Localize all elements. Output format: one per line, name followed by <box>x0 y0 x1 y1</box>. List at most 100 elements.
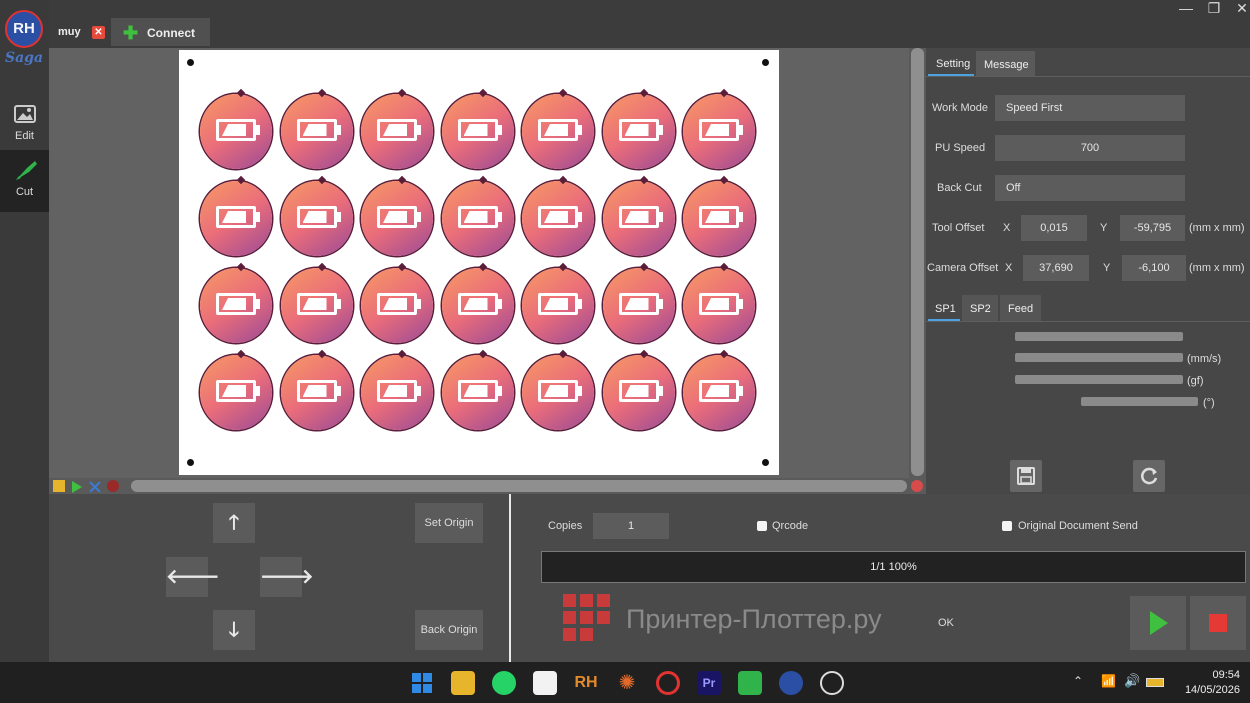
stop-button[interactable] <box>1190 596 1246 650</box>
chrome-app-icon[interactable] <box>820 671 844 695</box>
rail-cut-label: Cut <box>15 186 34 198</box>
battery-sticker <box>280 262 353 343</box>
tab-file[interactable]: muy ✕ <box>52 20 110 46</box>
tab-file-label: muy <box>58 26 81 38</box>
battery-pip <box>658 212 663 222</box>
scroll-thumb[interactable] <box>131 480 907 492</box>
status-text: OK <box>938 617 954 629</box>
copies-input[interactable]: 1 <box>593 513 669 539</box>
tool-offset-y-label: Y <box>1100 222 1108 234</box>
rail-cut-button[interactable]: Cut <box>0 150 49 212</box>
tab-feed-label: Feed <box>1008 303 1034 315</box>
clock[interactable]: 09:54 14/05/2026 <box>1185 668 1240 698</box>
move-up-button[interactable]: 🡑 <box>213 503 255 543</box>
battery-sticker <box>602 262 675 343</box>
fit-icon[interactable] <box>89 480 101 493</box>
set-origin-button[interactable]: Set Origin <box>415 503 483 543</box>
battery-pip <box>256 125 260 135</box>
pu-speed-input[interactable]: 700 <box>995 135 1185 161</box>
tab-sp2[interactable]: SP2 <box>962 295 998 321</box>
tab-message[interactable]: Message <box>976 51 1035 77</box>
whatsapp-icon[interactable] <box>492 671 516 695</box>
rail-edit-button[interactable]: Edit <box>0 94 49 156</box>
close-tab-icon[interactable]: ✕ <box>92 26 105 39</box>
vertical-scrollbar[interactable] <box>909 48 926 478</box>
spark-app-icon[interactable]: ✺ <box>615 671 639 695</box>
original-document-label: Original Document Send <box>1018 520 1138 532</box>
logo-text: RH <box>13 20 35 37</box>
top-bar <box>49 0 1250 48</box>
cut-app-icon[interactable] <box>738 671 762 695</box>
taskbar: RH ✺ Pr ⌃ 📶 🔊 09:54 14/05/2026 <box>0 662 1250 703</box>
battery-sticker <box>683 262 755 343</box>
premiere-icon[interactable]: Pr <box>697 671 721 695</box>
chevron-up-icon[interactable]: ⌃ <box>1073 674 1083 688</box>
target-icon[interactable] <box>107 480 119 492</box>
camera-offset-y-input[interactable]: -6,100 <box>1122 255 1186 281</box>
horizontal-scrollbar[interactable] <box>49 478 926 494</box>
app-logo: RH Saga <box>2 10 46 74</box>
move-left-button[interactable]: 🡐 <box>166 557 220 597</box>
refresh-button[interactable] <box>1133 460 1165 492</box>
tool-offset-x-input[interactable]: 0,015 <box>1021 215 1087 241</box>
brand-name: Saga <box>4 50 44 66</box>
move-down-button[interactable]: 🡓 <box>213 610 255 650</box>
notion-icon[interactable] <box>533 671 557 695</box>
volume-icon[interactable]: 🔊 <box>1124 673 1140 689</box>
battery-sticker <box>280 349 353 430</box>
tool-offset-y-input[interactable]: -59,795 <box>1120 215 1185 241</box>
tab-setting[interactable]: Setting <box>928 50 974 76</box>
save-button[interactable] <box>1010 460 1042 492</box>
speed-slider[interactable] <box>1015 353 1183 362</box>
save-icon <box>1017 467 1035 485</box>
vertical-divider <box>509 494 511 662</box>
battery-pip <box>417 212 421 222</box>
battery-icon[interactable] <box>1146 678 1164 687</box>
saga-app-icon[interactable] <box>779 671 803 695</box>
rh-app-icon[interactable]: RH <box>574 671 598 695</box>
play-small-icon[interactable] <box>71 480 83 493</box>
restore-icon[interactable]: ❐ <box>1200 0 1228 18</box>
file-explorer-icon[interactable] <box>451 671 475 695</box>
minimize-icon[interactable]: — <box>1172 0 1200 18</box>
sticker-tail <box>639 175 648 185</box>
back-origin-button[interactable]: Back Origin <box>415 610 483 650</box>
battery-pip <box>578 386 582 396</box>
battery-pip <box>497 299 502 309</box>
settings-small-icon[interactable] <box>911 480 923 492</box>
tool-offset-x-label: X <box>1003 222 1011 234</box>
angle-slider[interactable] <box>1081 397 1198 406</box>
work-mode-select[interactable]: Speed First <box>995 95 1185 121</box>
sticker-tail <box>639 88 648 98</box>
pressure-slider[interactable] <box>1015 375 1183 384</box>
registration-mark <box>187 59 194 66</box>
blade-slider[interactable] <box>1015 332 1183 341</box>
battery-pip <box>658 386 663 396</box>
windows-start-icon[interactable] <box>410 671 434 695</box>
tab-sp1[interactable]: SP1 <box>928 295 960 321</box>
battery-sticker <box>602 88 675 169</box>
qrcode-checkbox[interactable] <box>757 521 767 531</box>
scroll-thumb[interactable] <box>911 48 924 476</box>
copies-label: Copies <box>548 520 583 532</box>
battery-sticker <box>200 88 272 169</box>
sticker-tail <box>397 262 407 272</box>
opera-icon[interactable] <box>656 671 680 695</box>
watermark-text: Принтер-Плоттер.ру <box>626 604 882 634</box>
tab-feed[interactable]: Feed <box>1000 295 1041 321</box>
wifi-icon[interactable]: 📶 <box>1101 674 1116 688</box>
close-window-icon[interactable]: ✕ <box>1228 0 1250 18</box>
back-cut-select[interactable]: Off <box>995 175 1185 201</box>
start-cut-button[interactable] <box>1130 596 1186 650</box>
battery-pip <box>739 125 743 135</box>
connect-button[interactable]: ✚ Connect <box>111 18 210 46</box>
paper-sheet[interactable] <box>179 50 779 475</box>
move-right-button[interactable]: 🡒 <box>260 557 314 597</box>
camera-offset-x-input[interactable]: 37,690 <box>1023 255 1089 281</box>
sticker-tail <box>639 349 648 359</box>
file-icon[interactable] <box>53 480 65 492</box>
sticker-tail <box>478 175 487 185</box>
battery-pip <box>739 299 743 309</box>
original-document-checkbox[interactable] <box>1002 521 1012 531</box>
battery-pip <box>336 212 341 222</box>
